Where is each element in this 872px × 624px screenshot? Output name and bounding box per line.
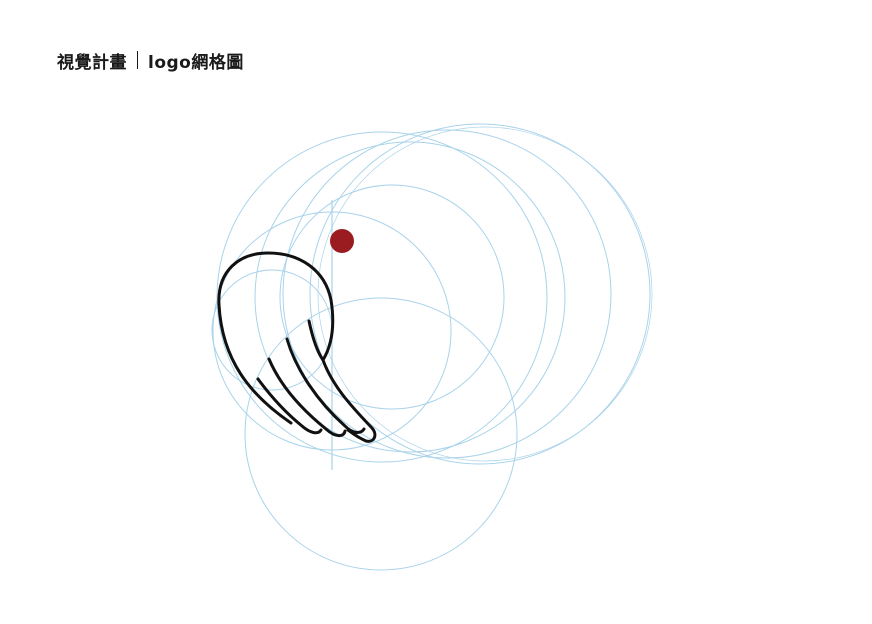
red-dot [330,229,354,253]
grid-circle-outer-echo [317,126,653,462]
grid-circle-large [309,123,651,465]
grid-circles [211,123,653,571]
grid-circle-4 [216,131,548,463]
grid-circle-5 [279,184,505,410]
logo-construction-grid [211,123,653,571]
logo-grid-sheet: 視覺計畫 logo網格圖 [0,0,872,624]
logo-outer-stroke [217,251,377,443]
logo-mark [217,251,377,443]
